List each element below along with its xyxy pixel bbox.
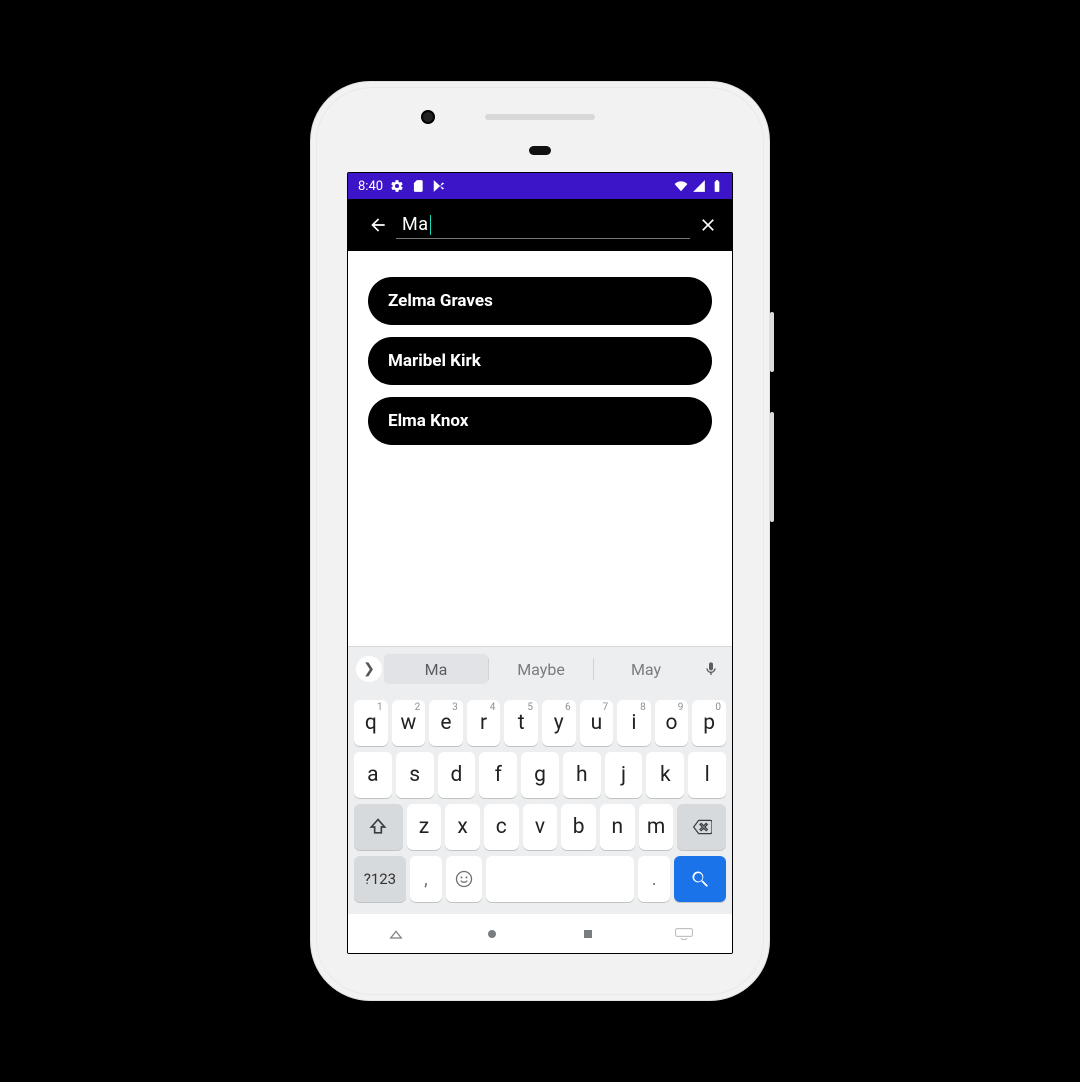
key-row: ?123 , . <box>352 853 728 905</box>
wifi-icon <box>674 179 688 193</box>
letter-key-s[interactable]: s <box>396 752 434 798</box>
mic-icon[interactable] <box>698 661 724 677</box>
period-key[interactable]: . <box>638 856 670 902</box>
letter-key-p[interactable]: p0 <box>692 700 726 746</box>
key-label: ?123 <box>364 870 396 888</box>
signal-icon <box>692 179 706 193</box>
letter-key-o[interactable]: o9 <box>655 700 689 746</box>
keyboard-keys: q1w2e3r4t5y6u7i8o9p0 asdfghjkl zxcvbnm ?… <box>348 691 732 913</box>
emoji-key[interactable] <box>446 856 482 902</box>
letter-key-q[interactable]: q1 <box>354 700 388 746</box>
key-row: zxcvbnm <box>352 801 728 853</box>
letter-key-a[interactable]: a <box>354 752 392 798</box>
side-button-volume <box>770 412 774 522</box>
letter-key-i[interactable]: i8 <box>617 700 651 746</box>
letter-key-l[interactable]: l <box>688 752 726 798</box>
result-item[interactable]: Elma Knox <box>368 397 712 445</box>
letter-key-j[interactable]: j <box>605 752 643 798</box>
suggestion-item[interactable]: Ma <box>384 654 488 684</box>
letter-key-e[interactable]: e3 <box>429 700 463 746</box>
letter-key-v[interactable]: v <box>523 804 558 850</box>
play-store-icon <box>432 179 446 193</box>
result-item[interactable]: Zelma Graves <box>368 277 712 325</box>
status-time: 8:40 <box>358 179 383 194</box>
front-camera <box>421 110 435 124</box>
side-button-power <box>770 312 774 372</box>
phone-speaker <box>485 114 595 120</box>
result-name: Maribel Kirk <box>388 351 481 371</box>
key-hint: 9 <box>678 702 684 713</box>
suggestion-item[interactable]: Maybe <box>489 654 593 684</box>
symbols-key[interactable]: ?123 <box>354 856 406 902</box>
letter-key-y[interactable]: y6 <box>542 700 576 746</box>
system-nav-bar <box>348 913 732 953</box>
key-hint: 8 <box>640 702 646 713</box>
result-item[interactable]: Maribel Kirk <box>368 337 712 385</box>
spacebar-key[interactable] <box>486 856 634 902</box>
text-cursor <box>430 215 432 235</box>
letter-key-d[interactable]: d <box>438 752 476 798</box>
suggestion-text: Ma <box>425 660 448 679</box>
letter-key-x[interactable]: x <box>445 804 480 850</box>
key-hint: 5 <box>527 702 533 713</box>
nav-home-icon[interactable] <box>472 922 512 946</box>
letter-key-m[interactable]: m <box>639 804 674 850</box>
expand-icon[interactable]: ❯ <box>356 656 382 682</box>
suggestion-row: ❯ Ma Maybe May <box>348 647 732 691</box>
search-input-text: Ma <box>402 214 429 235</box>
key-hint: 0 <box>715 702 721 713</box>
key-row: q1w2e3r4t5y6u7i8o9p0 <box>352 697 728 749</box>
suggestion-item[interactable]: May <box>594 654 698 684</box>
key-hint: 6 <box>565 702 571 713</box>
letter-key-z[interactable]: z <box>407 804 442 850</box>
letter-key-r[interactable]: r4 <box>467 700 501 746</box>
letter-key-g[interactable]: g <box>521 752 559 798</box>
key-label: , <box>424 869 428 890</box>
suggestion-text: Maybe <box>517 660 565 679</box>
phone-frame: 8:40 Ma Ze <box>310 81 770 1001</box>
device-screen: 8:40 Ma Ze <box>347 172 733 954</box>
battery-icon <box>710 179 724 193</box>
comma-key[interactable]: , <box>410 856 442 902</box>
gear-icon <box>390 179 404 193</box>
key-label: . <box>652 869 657 890</box>
nav-back-icon[interactable] <box>376 922 416 946</box>
shift-key[interactable] <box>354 804 403 850</box>
phone-notch <box>529 146 551 155</box>
key-hint: 4 <box>490 702 496 713</box>
status-right <box>674 179 724 193</box>
letter-key-t[interactable]: t5 <box>504 700 538 746</box>
hide-keyboard-icon[interactable] <box>664 922 704 946</box>
back-button[interactable] <box>360 207 396 243</box>
search-input[interactable]: Ma <box>396 211 690 239</box>
on-screen-keyboard: ❯ Ma Maybe May q1w2e3r4t5y6u7i8o9p0 asdf… <box>348 646 732 913</box>
letter-key-k[interactable]: k <box>646 752 684 798</box>
sd-card-icon <box>411 179 425 193</box>
letter-key-w[interactable]: w2 <box>392 700 426 746</box>
backspace-key[interactable] <box>677 804 726 850</box>
search-key[interactable] <box>674 856 726 902</box>
clear-button[interactable] <box>690 207 726 243</box>
status-bar: 8:40 <box>348 173 732 199</box>
letter-key-b[interactable]: b <box>561 804 596 850</box>
nav-recents-icon[interactable] <box>568 922 608 946</box>
letter-key-f[interactable]: f <box>479 752 517 798</box>
results-list[interactable]: Zelma Graves Maribel Kirk Elma Knox <box>348 251 732 646</box>
key-hint: 7 <box>603 702 609 713</box>
letter-key-u[interactable]: u7 <box>580 700 614 746</box>
key-hint: 3 <box>452 702 458 713</box>
letter-key-h[interactable]: h <box>563 752 601 798</box>
suggestion-text: May <box>631 660 661 679</box>
search-app-bar: Ma <box>348 199 732 251</box>
key-hint: 2 <box>415 702 421 713</box>
key-row: asdfghjkl <box>352 749 728 801</box>
status-left: 8:40 <box>358 179 446 194</box>
letter-key-c[interactable]: c <box>484 804 519 850</box>
result-name: Zelma Graves <box>388 291 493 311</box>
key-hint: 1 <box>377 702 383 713</box>
result-name: Elma Knox <box>388 411 468 431</box>
letter-key-n[interactable]: n <box>600 804 635 850</box>
